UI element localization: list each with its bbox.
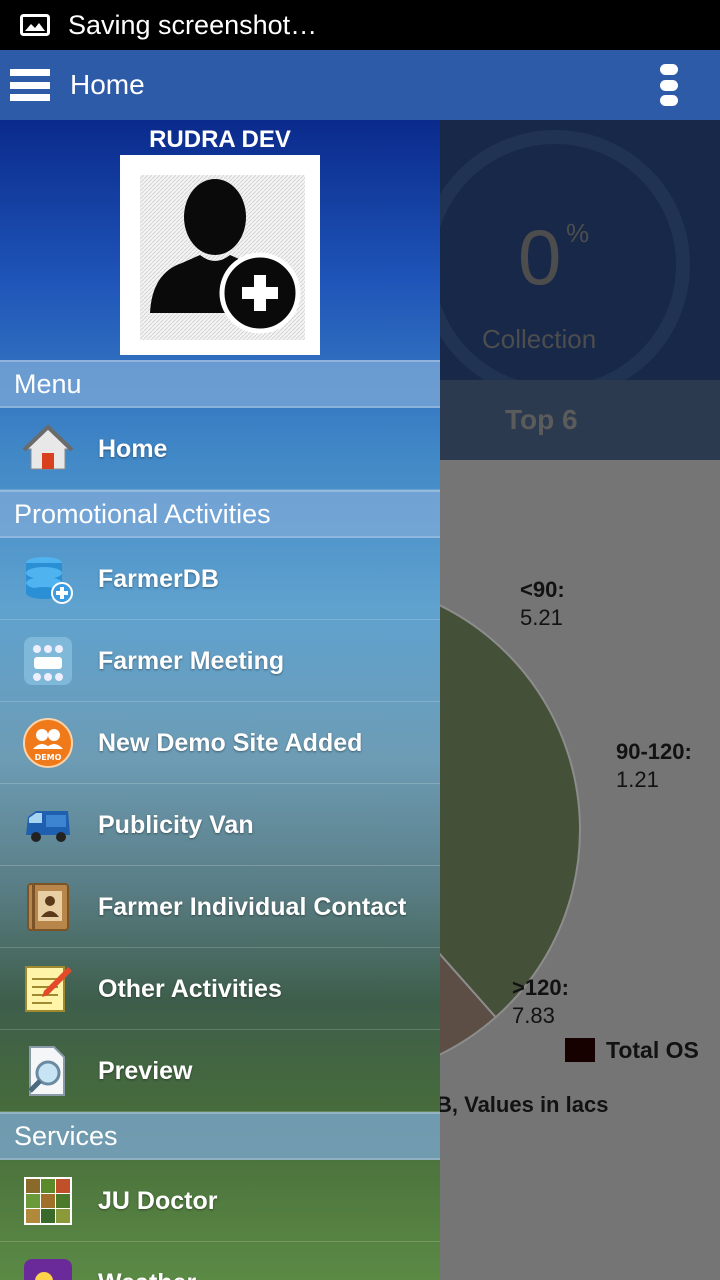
- user-name: RUDRA DEV: [149, 126, 291, 153]
- drawer-item-label: Other Activities: [98, 974, 282, 1003]
- van-icon: [26, 810, 70, 842]
- ju-doctor-icon: [24, 1176, 72, 1225]
- drawer-item-label: JU Doctor: [98, 1186, 218, 1215]
- meeting-icon: [24, 636, 72, 685]
- section-header-services: Services: [0, 1112, 440, 1160]
- drawer-item-home[interactable]: Home: [0, 408, 440, 490]
- drawer-item-weather[interactable]: Weather: [0, 1242, 440, 1280]
- page-title: Home: [70, 69, 145, 100]
- drawer-item-publicity-van[interactable]: Publicity Van: [0, 784, 440, 866]
- drawer-item-label: FarmerDB: [98, 564, 219, 593]
- preview-magnifier-icon: [28, 1045, 65, 1096]
- weather-icon: [24, 1258, 72, 1280]
- notepad-pencil-icon: [25, 965, 72, 1012]
- status-text: Saving screenshot…: [68, 9, 318, 40]
- drawer-item-label: Weather: [98, 1269, 196, 1280]
- section-header-menu: Menu: [0, 360, 440, 408]
- database-add-icon: [26, 556, 73, 604]
- demo-site-icon: DEMO: [23, 717, 73, 768]
- contact-book-icon: [27, 882, 69, 931]
- drawer-item-label: New Demo Site Added: [98, 728, 363, 757]
- drawer-item-new-demo-site[interactable]: DEMO New Demo Site Added: [0, 702, 440, 784]
- drawer-item-label: Farmer Meeting: [98, 646, 285, 675]
- screenshot-image-icon: [20, 14, 50, 36]
- avatar[interactable]: [120, 155, 320, 355]
- drawer-item-label: Preview: [98, 1056, 193, 1085]
- drawer-item-label: Home: [98, 434, 168, 463]
- drawer-profile-header: RUDRA DEV: [0, 120, 440, 360]
- drawer-item-farmer-meeting[interactable]: Farmer Meeting: [0, 620, 440, 702]
- drawer-item-label: Publicity Van: [98, 810, 254, 839]
- navigation-drawer: RUDRA DEV Menu Home Promotional Activiti…: [0, 120, 440, 1280]
- hamburger-menu-icon[interactable]: [10, 65, 50, 105]
- action-bar: Home: [0, 50, 720, 120]
- drawer-item-label: Farmer Individual Contact: [98, 892, 407, 921]
- drawer-item-other-activities[interactable]: Other Activities: [0, 948, 440, 1030]
- home-icon: [22, 423, 74, 469]
- drawer-item-ju-doctor[interactable]: JU Doctor: [0, 1160, 440, 1242]
- drawer-item-farmer-individual-contact[interactable]: Farmer Individual Contact: [0, 866, 440, 948]
- svg-text:DEMO: DEMO: [35, 753, 62, 762]
- overflow-menu-icon[interactable]: [660, 64, 680, 106]
- status-bar: Saving screenshot…: [0, 0, 720, 50]
- drawer-item-farmerdb[interactable]: FarmerDB: [0, 538, 440, 620]
- section-header-promotional-activities: Promotional Activities: [0, 490, 440, 538]
- drawer-item-preview[interactable]: Preview: [0, 1030, 440, 1112]
- add-user-avatar-icon: [140, 175, 305, 340]
